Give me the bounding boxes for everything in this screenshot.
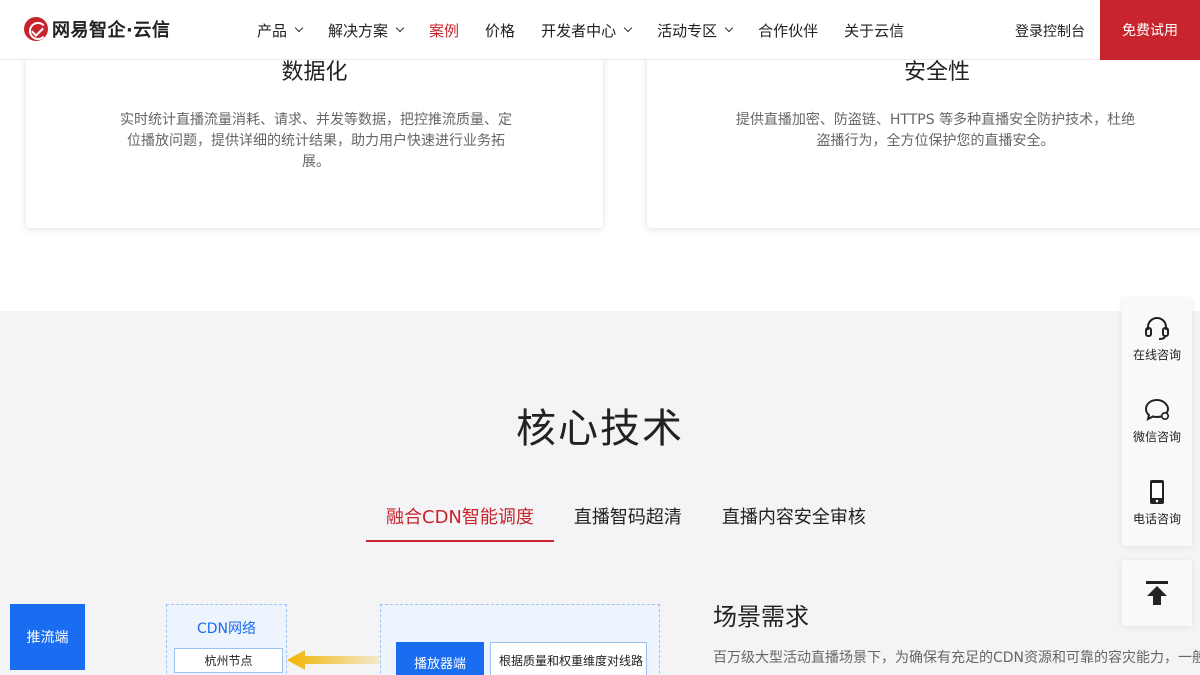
nav-label: 产品 [257, 21, 288, 40]
tab-smart-hd[interactable]: 直播智码超清 [554, 491, 702, 542]
chevron-down-icon [724, 23, 734, 33]
logo[interactable]: 网易智企·云信 [24, 16, 170, 42]
logo-icon [24, 17, 48, 41]
requirement-description: 百万级大型活动直播场景下，为确保有充足的CDN资源和可靠的容灾能力，一般接入多家… [713, 650, 1200, 666]
float-label: 在线咨询 [1132, 348, 1181, 362]
chevron-down-icon [395, 23, 405, 33]
tab-cdn-scheduling[interactable]: 融合CDN智能调度 [366, 491, 554, 542]
nav-label: 活动专区 [657, 21, 718, 40]
diagram-player-area: 播放器端 根据质量和权重维度对线路进行评分 [380, 604, 660, 675]
requirement-title: 场景需求 [713, 603, 809, 631]
diagram-arrow-icon [287, 650, 387, 670]
back-to-top-icon [1146, 581, 1168, 605]
nav-label: 案例 [429, 21, 460, 40]
nav-item-pricing[interactable]: 价格 [485, 20, 515, 41]
logo-text: 网易智企·云信 [52, 20, 171, 41]
nav-item-products[interactable]: 产品 [257, 20, 304, 41]
phone-icon [1150, 480, 1164, 504]
floating-contact-panel: 在线咨询 微信咨询 电话咨询 [1122, 298, 1192, 546]
nav-label: 合作伙伴 [758, 21, 819, 40]
cdn-node-hangzhou: 杭州节点 [174, 648, 283, 673]
back-to-top-button[interactable] [1122, 560, 1192, 626]
card-description: 实时统计直播流量消耗、请求、并发等数据，把控推流质量、定位播放问题，提供详细的统… [120, 112, 512, 170]
nav-item-cases[interactable]: 案例 [429, 20, 459, 41]
main-nav: 产品 解决方案 案例 价格 开发者中心 活动专区 合作伙伴 关于云信 [257, 0, 930, 60]
site-header: 网易智企·云信 产品 解决方案 案例 价格 开发者中心 活动专区 合作伙伴 关于… [0, 0, 1200, 60]
chevron-down-icon [623, 23, 633, 33]
diagram-push-end: 推流端 [10, 604, 85, 670]
nav-label: 价格 [485, 21, 516, 40]
float-label: 微信咨询 [1132, 430, 1181, 444]
nav-label: 解决方案 [328, 21, 389, 40]
nav-item-partners[interactable]: 合作伙伴 [758, 20, 818, 41]
headset-icon [1145, 317, 1169, 340]
login-console-link[interactable]: 登录控制台 [1015, 21, 1085, 41]
core-tech-section: 核心技术 融合CDN智能调度 直播智码超清 直播内容安全审核 推流端 CDN网络… [0, 311, 1200, 675]
wechat-consult-button[interactable]: 微信咨询 [1122, 396, 1192, 445]
tab-content-moderation[interactable]: 直播内容安全审核 [702, 491, 886, 542]
core-tabs: 融合CDN智能调度 直播智码超清 直播内容安全审核 [366, 491, 886, 542]
nav-item-developers[interactable]: 开发者中心 [541, 20, 633, 41]
nav-item-about[interactable]: 关于云信 [844, 20, 904, 41]
card-description: 提供直播加密、防盗链、HTTPS 等多种直播安全防护技术，杜绝盗播行为，全方位保… [735, 112, 1136, 149]
diagram-scoring-logic: 根据质量和权重维度对线路进行评分 [490, 642, 647, 675]
free-trial-button[interactable]: 免费试用 [1100, 0, 1200, 60]
diagram-cdn-network: CDN网络 杭州节点 [166, 604, 287, 675]
diagram-player-end: 播放器端 [396, 642, 484, 675]
section-title: 核心技术 [516, 406, 684, 452]
nav-item-solutions[interactable]: 解决方案 [328, 20, 405, 41]
wechat-icon [1144, 398, 1170, 421]
chevron-down-icon [294, 23, 304, 33]
phone-consult-button[interactable]: 电话咨询 [1122, 478, 1192, 527]
float-label: 电话咨询 [1132, 512, 1181, 526]
nav-item-events[interactable]: 活动专区 [657, 20, 734, 41]
online-consult-button[interactable]: 在线咨询 [1122, 314, 1192, 363]
nav-label: 开发者中心 [541, 21, 617, 40]
cdn-label: CDN网络 [196, 621, 257, 637]
nav-label: 关于云信 [844, 21, 905, 40]
